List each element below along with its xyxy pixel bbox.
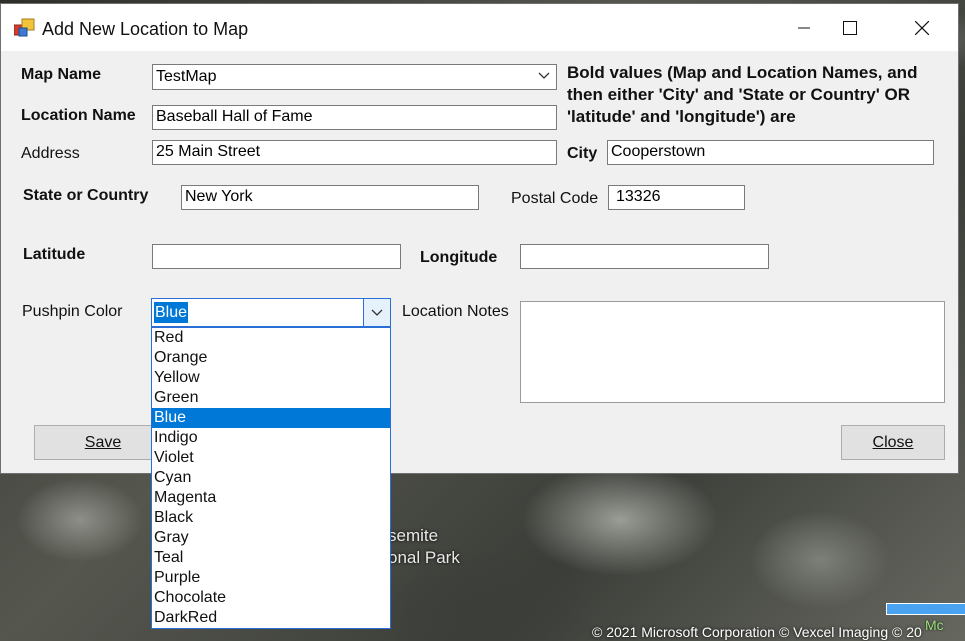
dropdown-option-orange[interactable]: Orange	[152, 348, 390, 368]
dropdown-option-magenta[interactable]: Magenta	[152, 488, 390, 508]
location-notes-label: Location Notes	[402, 303, 509, 320]
pushpin-dropdown-button[interactable]	[363, 299, 390, 326]
map-name-value: TestMap	[156, 68, 217, 85]
app-icon	[14, 18, 35, 37]
longitude-input[interactable]	[520, 244, 769, 269]
dropdown-option-gray[interactable]: Gray	[152, 528, 390, 548]
required-fields-note: Bold values (Map and Location Names, and…	[567, 63, 918, 126]
window-title: Add New Location to Map	[42, 19, 249, 39]
add-location-dialog: Add New Location to Map Map Name TestMap…	[0, 3, 959, 474]
latitude-input[interactable]	[152, 244, 401, 269]
chevron-down-icon	[538, 72, 550, 79]
title-bar[interactable]: Add New Location to Map	[1, 4, 958, 51]
dropdown-option-red[interactable]: Red	[152, 328, 390, 348]
map-scale-bar	[886, 603, 965, 615]
dropdown-option-darkred[interactable]: DarkRed	[152, 608, 390, 628]
close-button[interactable]: Close	[841, 425, 945, 460]
dropdown-option-cyan[interactable]: Cyan	[152, 468, 390, 488]
dropdown-option-purple[interactable]: Purple	[152, 568, 390, 588]
minimize-icon	[798, 27, 810, 28]
park-label-line1: semite	[388, 526, 439, 545]
location-name-label: Location Name	[21, 107, 136, 124]
dropdown-option-blue[interactable]: Blue	[152, 408, 390, 428]
pushpin-color-value: Blue	[154, 302, 189, 323]
location-name-input[interactable]: Baseball Hall of Fame	[152, 105, 557, 130]
maximize-icon	[843, 20, 857, 35]
map-name-label: Map Name	[21, 66, 102, 83]
dropdown-option-chocolate[interactable]: Chocolate	[152, 588, 390, 608]
dropdown-option-black[interactable]: Black	[152, 508, 390, 528]
map-corner-badge: Mc	[925, 617, 944, 633]
close-icon	[915, 20, 929, 35]
address-label: Address	[21, 145, 80, 162]
dropdown-option-indigo[interactable]: Indigo	[152, 428, 390, 448]
park-label-line2: onal Park	[388, 548, 460, 567]
pushpin-color-label: Pushpin Color	[22, 303, 123, 320]
state-country-input[interactable]: New York	[181, 185, 479, 210]
dropdown-option-yellow[interactable]: Yellow	[152, 368, 390, 388]
dropdown-option-violet[interactable]: Violet	[152, 448, 390, 468]
address-input[interactable]: 25 Main Street	[152, 140, 557, 165]
close-window-button[interactable]	[899, 4, 945, 51]
maximize-button[interactable]	[827, 4, 873, 51]
map-name-combo[interactable]: TestMap	[152, 64, 557, 90]
city-input[interactable]: Cooperstown	[607, 140, 934, 165]
pushpin-color-dropdown-list[interactable]: Red Orange Yellow Green Blue Indigo Violet Cyan…	[151, 327, 391, 629]
pushpin-color-combo[interactable]: Blue	[151, 298, 391, 327]
latitude-label: Latitude	[23, 246, 86, 263]
state-country-label: State or Country	[23, 187, 149, 204]
dropdown-option-green[interactable]: Green	[152, 388, 390, 408]
dropdown-option-teal[interactable]: Teal	[152, 548, 390, 568]
city-label: City	[567, 145, 598, 162]
longitude-label: Longitude	[420, 249, 498, 266]
chevron-down-icon	[371, 309, 383, 316]
location-notes-textarea[interactable]	[520, 301, 945, 403]
map-copyright: © 2021 Microsoft Corporation © Vexcel Im…	[592, 624, 922, 640]
postal-code-input[interactable]: 13326	[608, 185, 745, 210]
map-park-label: semite onal Park	[388, 525, 460, 569]
minimize-button[interactable]	[781, 4, 827, 51]
postal-code-label: Postal Code	[511, 190, 599, 207]
